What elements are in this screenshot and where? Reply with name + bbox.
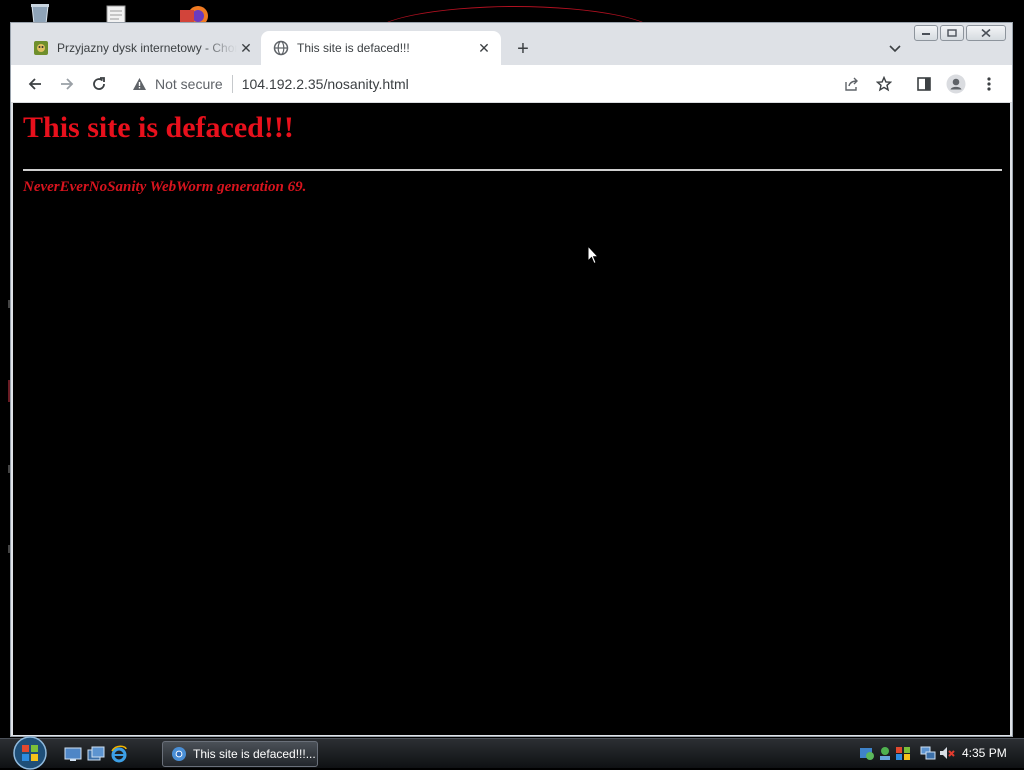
close-icon[interactable]: ✕ (237, 39, 255, 57)
chrome-icon (172, 747, 186, 761)
page-heading: This site is defaced!!! (23, 111, 294, 144)
network-icon[interactable] (920, 745, 936, 761)
tray-update-icon[interactable] (859, 745, 875, 761)
taskbar-chrome-button[interactable]: This site is defaced!!!... (162, 741, 318, 767)
maximize-button[interactable] (940, 25, 964, 41)
recycle-bin-icon[interactable] (28, 2, 54, 25)
page-signature: NeverEverNoSanity WebWorm generation 69. (23, 179, 307, 195)
mouse-cursor-icon (587, 245, 599, 265)
url-text[interactable]: 104.192.2.35/nosanity.html (242, 76, 409, 92)
taskbar: This site is defaced!!!... 4:35 PM (0, 736, 1024, 770)
clock[interactable]: 4:35 PM (962, 746, 1007, 760)
tab-chomikuj[interactable]: Przyjazny dysk internetowy - Chomikuj.pl… (25, 31, 263, 65)
tray-security-icon[interactable] (895, 745, 911, 761)
taskbar-button-label: This site is defaced!!!... (193, 747, 316, 761)
more-menu-icon[interactable] (977, 72, 1001, 96)
switch-windows-icon[interactable] (87, 745, 105, 763)
back-icon[interactable] (23, 72, 47, 96)
share-icon[interactable] (840, 72, 864, 96)
window-close-button[interactable] (966, 25, 1006, 41)
globe-icon (273, 40, 289, 56)
browser-window: Przyjazny dysk internetowy - Chomikuj.pl… (10, 22, 1013, 737)
volume-muted-icon[interactable] (939, 745, 955, 761)
minimize-button[interactable] (914, 25, 938, 41)
security-label[interactable]: Not secure (155, 76, 223, 92)
address-bar[interactable]: Not secure 104.192.2.35/nosanity.html (123, 71, 901, 97)
show-desktop-icon[interactable] (64, 745, 82, 763)
omnibox-divider (231, 75, 233, 93)
tab-strip: Przyjazny dysk internetowy - Chomikuj.pl… (11, 23, 1012, 65)
profile-icon[interactable] (944, 72, 968, 96)
internet-explorer-icon[interactable] (110, 745, 128, 763)
close-icon[interactable]: ✕ (475, 39, 493, 57)
side-panel-icon[interactable] (912, 72, 936, 96)
browser-toolbar: Not secure 104.192.2.35/nosanity.html (11, 65, 1012, 103)
reload-icon[interactable] (87, 72, 111, 96)
tray-network-icon[interactable] (877, 745, 893, 761)
document-icon[interactable] (105, 2, 131, 25)
tab-title: This site is defaced!!! (297, 41, 410, 55)
bookmark-star-icon[interactable] (872, 72, 896, 96)
windows-start-icon[interactable] (10, 736, 50, 770)
chevron-down-icon[interactable] (883, 37, 907, 61)
window-controls (914, 25, 1006, 41)
plus-icon[interactable]: + (511, 37, 535, 61)
forward-icon[interactable] (55, 72, 79, 96)
page-viewport: This site is defaced!!! NeverEverNoSanit… (13, 103, 1010, 735)
chomikuj-favicon-icon (33, 40, 49, 56)
tab-defaced[interactable]: This site is defaced!!! ✕ (261, 31, 501, 65)
horizontal-rule (23, 169, 1002, 171)
tab-title: Przyjazny dysk internetowy - Chomikuj.pl (57, 41, 237, 55)
firefox-icon[interactable] (178, 2, 208, 26)
warning-icon[interactable] (131, 76, 147, 92)
